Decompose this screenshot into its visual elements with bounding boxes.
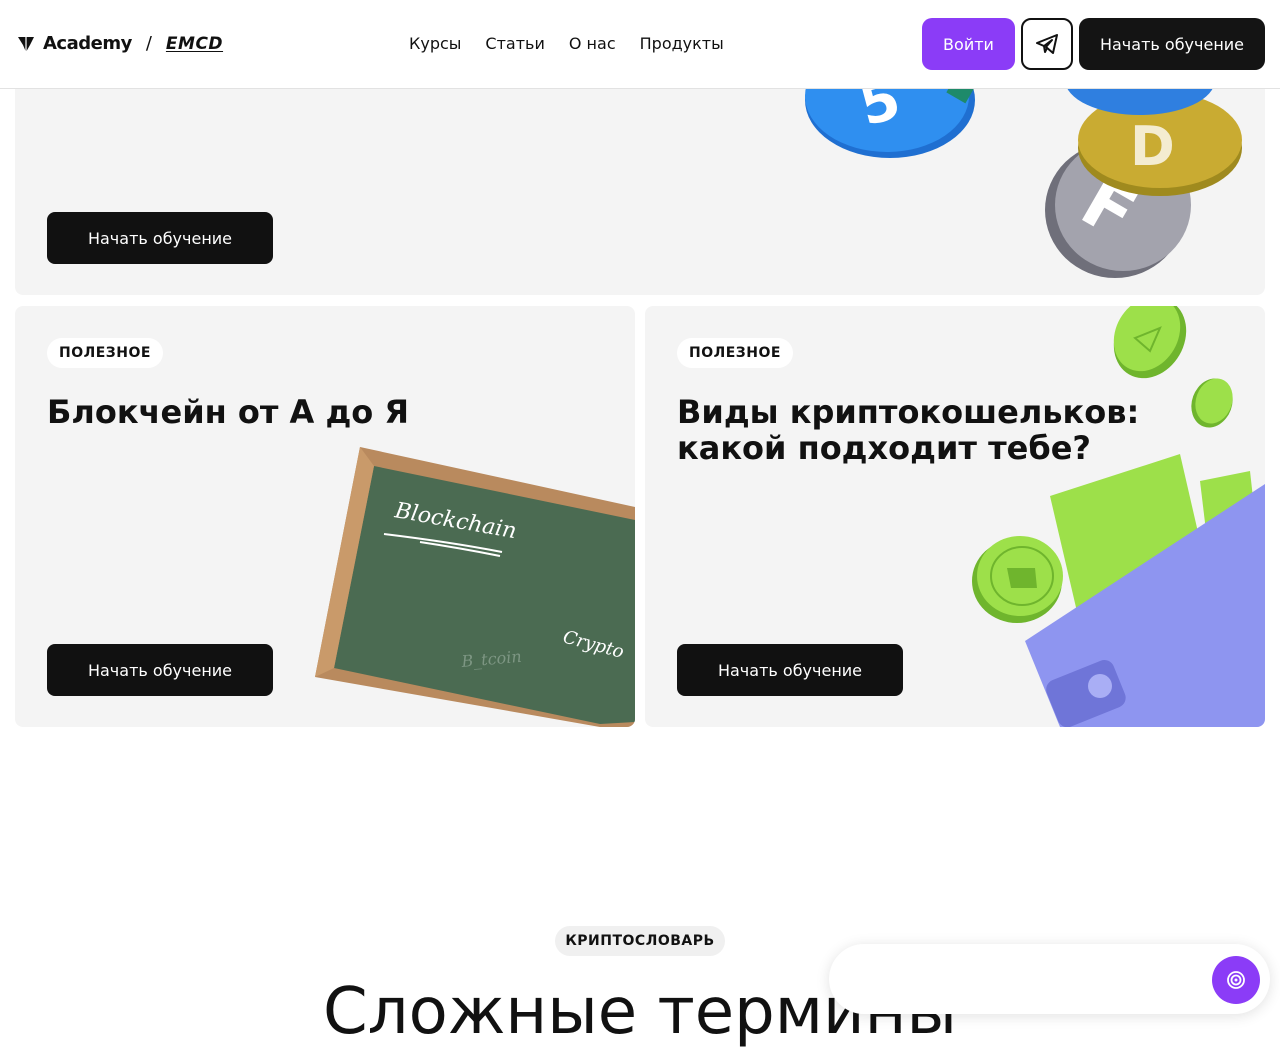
nav-item-articles[interactable]: Статьи <box>485 34 544 53</box>
start-learning-header-button[interactable]: Начать обучение <box>1079 18 1265 70</box>
logo-separator: / <box>145 33 152 54</box>
telegram-icon <box>1036 34 1058 54</box>
course-card-wallets: ПОЛЕЗНОЕ Виды криптокошельков: какой под… <box>645 306 1265 727</box>
start-learning-button[interactable]: Начать обучение <box>677 644 903 696</box>
site-header: Academy / EMCD Курсы Статьи О нас Продук… <box>0 0 1280 89</box>
category-badge: ПОЛЕЗНОЕ <box>47 338 163 368</box>
section-badge: КРИПТОСЛОВАРЬ <box>555 926 725 956</box>
main-nav: Курсы Статьи О нас Продукты <box>409 34 724 53</box>
login-button[interactable]: Войти <box>922 18 1015 70</box>
nav-item-products[interactable]: Продукты <box>640 34 724 53</box>
category-badge: ПОЛЕЗНОЕ <box>677 338 793 368</box>
course-card-top: Начать обучение 5 F D <box>15 60 1265 295</box>
chat-target-icon <box>1227 971 1245 989</box>
logo[interactable]: Academy / EMCD <box>17 33 223 54</box>
svg-text:D: D <box>1130 115 1175 178</box>
wallet-illustration <box>972 306 1265 727</box>
logo-mark-icon <box>18 36 34 52</box>
card-title: Блокчейн от А до Я <box>47 393 410 431</box>
logo-partner: EMCD <box>165 33 224 54</box>
telegram-button[interactable] <box>1021 18 1073 70</box>
start-learning-button[interactable]: Начать обучение <box>47 212 273 264</box>
coins-illustration: 5 F D <box>805 60 1242 278</box>
course-card-blockchain: ПОЛЕЗНОЕ Блокчейн от А до Я Blockchain C… <box>15 306 635 727</box>
chat-button[interactable] <box>1212 956 1260 1004</box>
chalkboard-illustration: Blockchain Crypto B_tcoin <box>315 447 635 727</box>
chat-widget[interactable] <box>829 944 1270 1014</box>
nav-item-courses[interactable]: Курсы <box>409 34 461 53</box>
start-learning-button[interactable]: Начать обучение <box>47 644 273 696</box>
logo-text: Academy <box>43 33 132 54</box>
nav-item-about[interactable]: О нас <box>569 34 616 53</box>
